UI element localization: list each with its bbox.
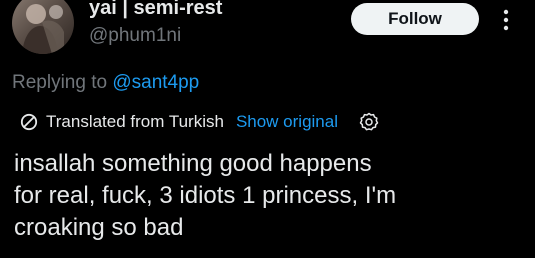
follow-button[interactable]: Follow [351, 3, 479, 35]
avatar-image [22, 4, 64, 54]
tweet-text: insallah something good happens for real… [14, 150, 397, 241]
author-display-name[interactable]: yai | semi-rest [89, 0, 222, 20]
author-handle[interactable]: @phum1ni [89, 25, 181, 47]
reply-mention-link[interactable]: @sant4pp [112, 72, 199, 93]
gear-icon[interactable] [358, 111, 380, 133]
more-vertical-icon [503, 9, 509, 31]
show-original-link[interactable]: Show original [236, 112, 338, 132]
translate-icon [20, 113, 38, 131]
more-options-button[interactable] [494, 5, 518, 35]
replying-to: Replying to @sant4pp [12, 72, 199, 94]
replying-to-prefix: Replying to [12, 72, 113, 93]
avatar[interactable] [12, 0, 74, 54]
translation-bar: Translated from Turkish Show original [20, 110, 380, 134]
translated-from-label: Translated from Turkish [46, 112, 224, 131]
